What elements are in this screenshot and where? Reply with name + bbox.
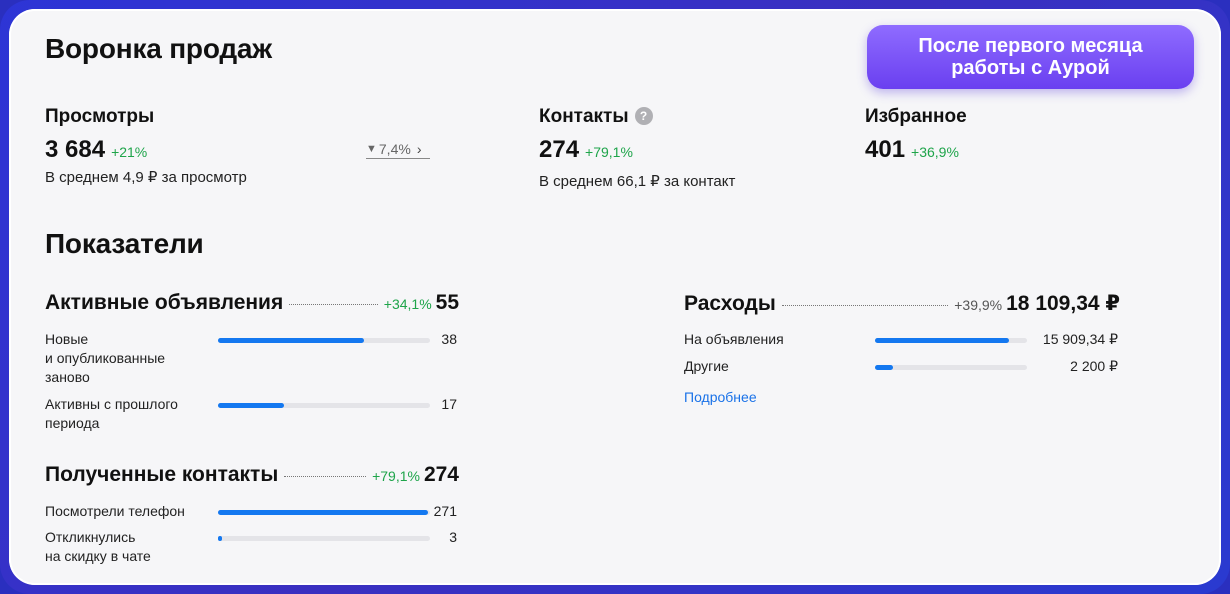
- contacts-average: В среднем 66,1 ₽ за контакт: [539, 173, 736, 190]
- active-ads-header: Активные объявления +34,1% 55: [45, 291, 459, 317]
- progress-fill: [218, 338, 365, 343]
- active-ads-item-label: Новые и опубликованные заново: [45, 330, 165, 387]
- triangle-down-icon: ▼: [366, 142, 377, 155]
- dotted-leader: [284, 476, 367, 477]
- chevron-right-icon: ›: [416, 140, 422, 157]
- contacts-label-row: Контакты?: [539, 106, 653, 128]
- contacts-metric: 274 +79,1%: [539, 136, 633, 164]
- dotted-leader: [781, 305, 949, 306]
- expenses-item-value: 15 909,34 ₽: [1042, 331, 1118, 347]
- expenses-header: Расходы +39,9% 18 109,34 ₽: [684, 291, 1120, 317]
- label-line: Новые: [45, 331, 89, 347]
- progress-track: [875, 338, 1027, 343]
- active-ads-total: 55: [435, 291, 459, 314]
- progress-fill: [875, 365, 894, 370]
- favorites-metric: 401 +36,9%: [865, 136, 959, 164]
- progress-track: [875, 365, 1027, 370]
- label-line: на скидку в чате: [45, 548, 151, 564]
- active-ads-item-label: Активны с прошлого периода: [45, 395, 178, 433]
- indicators-title: Показатели: [45, 228, 204, 259]
- label-line: периода: [45, 415, 100, 431]
- views-value: 3 684: [45, 136, 106, 163]
- label-line: Посмотрели телефон: [45, 503, 185, 519]
- details-link[interactable]: Подробнее: [684, 389, 757, 405]
- expenses-item-label: На объявления: [684, 331, 784, 347]
- views-delta: +21%: [111, 144, 148, 160]
- page-title: Воронка продаж: [45, 33, 272, 64]
- label-line: и опубликованные: [45, 350, 166, 366]
- favorites-label: Избранное: [865, 106, 967, 127]
- active-ads-delta: +34,1%: [383, 296, 432, 312]
- received-contacts-item-value: 3: [449, 529, 457, 545]
- expenses-item-label: Другие: [684, 358, 729, 374]
- dotted-leader: [289, 304, 378, 305]
- active-ads-item-value: 17: [441, 396, 457, 412]
- expenses-total: 18 109,34 ₽: [1006, 292, 1120, 315]
- favorites-delta: +36,9%: [911, 144, 959, 160]
- received-contacts-delta: +79,1%: [372, 468, 420, 484]
- progress-fill: [218, 403, 284, 408]
- views-metric: 3 684 +21%: [45, 136, 147, 164]
- label-line: Откликнулись: [45, 529, 136, 545]
- contacts-value: 274: [539, 136, 580, 163]
- received-contacts-item-label: Посмотрели телефон: [45, 502, 185, 521]
- label-line: Активны с прошлого: [45, 396, 178, 412]
- received-contacts-title: Полученные контакты: [45, 463, 279, 486]
- active-ads-item-value: 38: [441, 331, 457, 347]
- expenses-item-value: 2 200 ₽: [1070, 358, 1118, 374]
- favorites-value: 401: [865, 136, 906, 163]
- expenses-title: Расходы: [684, 292, 776, 315]
- sales-funnel-card: Воронка продаж После первого месяца рабо…: [9, 9, 1221, 585]
- received-contacts-total: 274: [423, 463, 459, 486]
- progress-fill: [218, 536, 223, 541]
- views-average: В среднем 4,9 ₽ за просмотр: [45, 169, 247, 186]
- views-compare-link[interactable]: ▼ 7,4% ›: [366, 139, 430, 159]
- received-contacts-header: Полученные контакты +79,1% 274: [45, 463, 459, 489]
- label-line: заново: [45, 369, 90, 385]
- views-label: Просмотры: [45, 106, 155, 127]
- expenses-delta: +39,9%: [954, 297, 1003, 313]
- views-compare-value: 7,4%: [378, 140, 411, 157]
- promo-button[interactable]: После первого месяца работы с Аурой: [867, 25, 1194, 89]
- received-contacts-item-label: Откликнулись на скидку в чате: [45, 528, 151, 566]
- progress-track: [218, 510, 430, 515]
- active-ads-title: Активные объявления: [45, 291, 284, 314]
- contacts-delta: +79,1%: [585, 144, 633, 160]
- progress-track: [218, 403, 430, 408]
- question-icon[interactable]: ?: [634, 107, 653, 125]
- progress-track: [218, 536, 430, 541]
- progress-fill: [218, 510, 428, 515]
- progress-track: [218, 338, 430, 343]
- progress-fill: [875, 338, 1009, 343]
- received-contacts-item-value: 271: [433, 503, 457, 519]
- contacts-label: Контакты: [539, 106, 629, 127]
